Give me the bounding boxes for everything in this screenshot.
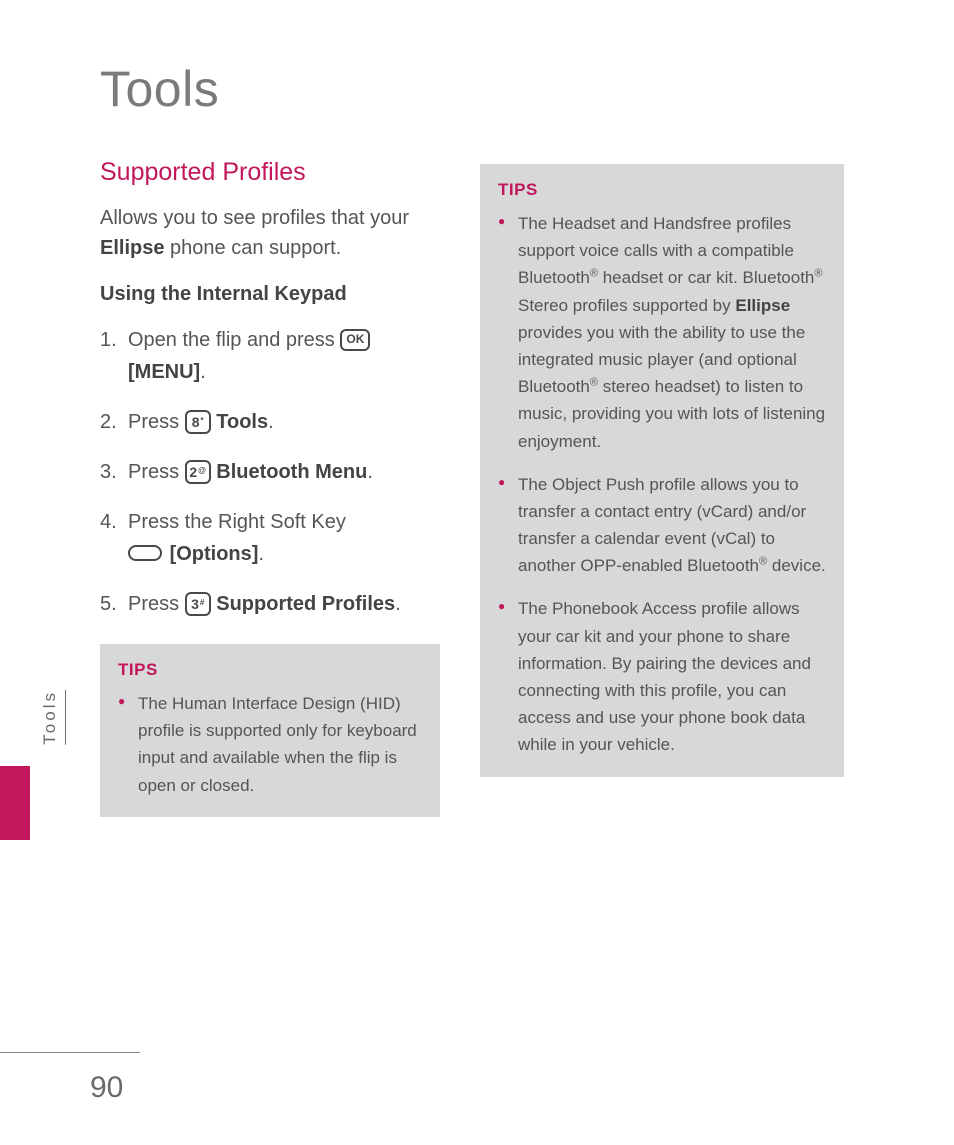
side-tab-bar [0,766,30,840]
intro-bold: Ellipse [100,237,164,259]
tip-item: The Object Push profile allows you to tr… [498,471,826,580]
step-bold: Supported Profiles [216,593,395,615]
step-2: Press 8* Tools. [100,406,440,438]
step-text: Press [128,593,185,615]
ok-key-icon: OK [340,329,370,351]
page-number: 90 [90,1071,123,1105]
tips-title: TIPS [498,180,826,200]
tips-box-right: TIPS The Headset and Handsfree profiles … [480,164,844,777]
tips-box-left: TIPS The Human Interface Design (HID) pr… [100,644,440,817]
left-column: Supported Profiles Allows you to see pro… [100,158,440,817]
tip-item: The Human Interface Design (HID) profile… [118,690,422,799]
step-4: Press the Right Soft Key [Options]. [100,506,440,570]
step-period: . [268,411,274,433]
section-heading: Supported Profiles [100,158,440,187]
step-period: . [258,543,264,565]
step-period: . [395,593,401,615]
step-1: Open the flip and press OK [MENU]. [100,324,440,388]
step-bold: Bluetooth Menu [216,461,367,483]
right-column: TIPS The Headset and Handsfree profiles … [480,158,844,817]
tip-item: The Headset and Handsfree profiles suppo… [498,210,826,455]
intro-text-2: phone can support. [164,237,341,259]
tip-item: The Phonebook Access profile allows your… [498,595,826,758]
steps-list: Open the flip and press OK [MENU]. Press… [100,324,440,620]
step-period: . [200,361,206,383]
key-3-icon: 3# [185,592,211,616]
step-period: . [367,461,373,483]
step-text: Open the flip and press [128,329,340,351]
soft-key-icon [128,545,162,561]
tips-title: TIPS [118,660,422,680]
tips-list: The Headset and Handsfree profiles suppo… [498,210,826,759]
step-text: Press the Right Soft Key [128,511,346,533]
step-bold: [Options] [170,543,259,565]
step-bold: [MENU] [128,361,200,383]
side-tab-label: Tools [40,690,60,745]
key-2-icon: 2@ [185,460,211,484]
step-5: Press 3# Supported Profiles. [100,588,440,620]
page-title: Tools [100,60,894,118]
step-3: Press 2@ Bluetooth Menu. [100,456,440,488]
sub-heading: Using the Internal Keypad [100,283,440,306]
pagenum-divider [0,1052,140,1053]
intro-text: Allows you to see profiles that your [100,207,409,229]
tips-list: The Human Interface Design (HID) profile… [118,690,422,799]
step-text: Press [128,411,185,433]
step-text: Press [128,461,185,483]
intro-paragraph: Allows you to see profiles that your Ell… [100,203,440,263]
step-bold: Tools [216,411,268,433]
key-8-icon: 8* [185,410,211,434]
